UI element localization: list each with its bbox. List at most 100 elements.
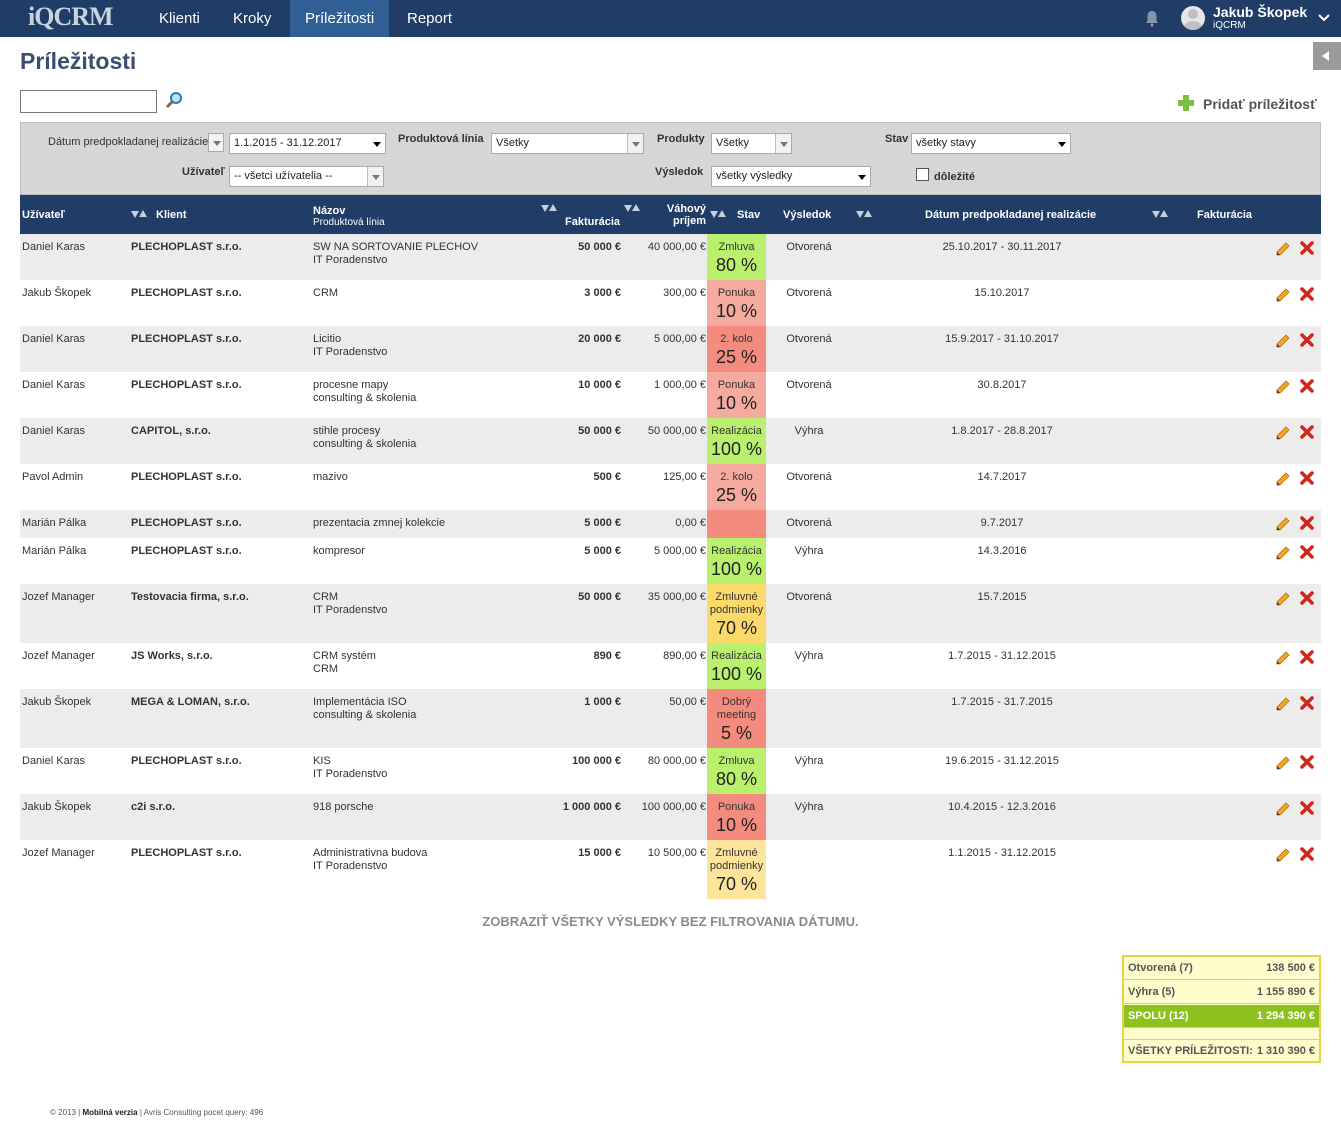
pencil-icon[interactable] — [1275, 333, 1291, 349]
pencil-icon[interactable] — [1275, 755, 1291, 771]
bell-icon[interactable] — [1143, 9, 1161, 27]
sort-icon[interactable] — [1152, 209, 1168, 219]
row-name[interactable]: kompresor — [313, 545, 365, 558]
pencil-icon[interactable] — [1275, 241, 1291, 257]
delete-icon[interactable] — [1299, 754, 1315, 770]
row-client[interactable]: PLECHOPLAST s.r.o. — [131, 847, 242, 860]
row-client[interactable]: PLECHOPLAST s.r.o. — [131, 471, 242, 484]
delete-icon[interactable] — [1299, 515, 1315, 531]
delete-icon[interactable] — [1299, 286, 1315, 302]
stav-select[interactable]: všetky stavy — [911, 133, 1071, 154]
pencil-icon[interactable] — [1275, 287, 1291, 303]
row-name[interactable]: CRM systém CRM — [313, 650, 376, 676]
table-row[interactable]: Jakub Škopek c2i s.r.o. 918 porsche 1 000 0… — [20, 794, 1321, 840]
row-name[interactable]: Licitio IT Poradenstvo — [313, 333, 387, 359]
row-client[interactable]: Testovacia firma, s.r.o. — [131, 591, 249, 604]
row-name[interactable]: KIS IT Poradenstvo — [313, 755, 387, 781]
delete-icon[interactable] — [1299, 240, 1315, 256]
date-range-select[interactable]: 1.1.2015 - 31.12.2017 — [229, 133, 386, 154]
pencil-icon[interactable] — [1275, 471, 1291, 487]
search-input[interactable] — [20, 90, 157, 113]
delete-icon[interactable] — [1299, 378, 1315, 394]
nav-kroky[interactable]: Kroky — [218, 0, 286, 37]
chevron-down-icon[interactable] — [1317, 12, 1331, 24]
row-client[interactable]: CAPITOL, s.r.o. — [131, 425, 211, 438]
row-client[interactable]: PLECHOPLAST s.r.o. — [131, 287, 242, 300]
row-name[interactable]: Implementácia ISO consulting & skolenia — [313, 696, 416, 722]
pencil-icon[interactable] — [1275, 591, 1291, 607]
row-client[interactable]: PLECHOPLAST s.r.o. — [131, 755, 242, 768]
delete-icon[interactable] — [1299, 470, 1315, 486]
delete-icon[interactable] — [1299, 332, 1315, 348]
row-client[interactable]: PLECHOPLAST s.r.o. — [131, 241, 242, 254]
table-row[interactable]: Jozef Manager JS Works, s.r.o. CRM systém C… — [20, 643, 1321, 689]
show-all-link[interactable]: ZOBRAZIŤ VŠETKY VÝSLEDKY BEZ FILTROVANIA… — [0, 914, 1341, 929]
table-row[interactable]: Marián Pálka PLECHOPLAST s.r.o. prezentaci… — [20, 510, 1321, 538]
row-client[interactable]: PLECHOPLAST s.r.o. — [131, 333, 242, 346]
sort-icon[interactable] — [710, 209, 726, 219]
product-line-select[interactable]: Všetky — [491, 133, 644, 154]
nav-klienti[interactable]: Klienti — [144, 0, 215, 37]
col-user[interactable]: Užívateľ — [22, 209, 65, 221]
important-checkbox[interactable] — [916, 168, 929, 181]
pencil-icon[interactable] — [1275, 516, 1291, 532]
user-name[interactable]: Jakub Škopek — [1213, 4, 1307, 20]
nav-prilezitosti[interactable]: Príležitosti — [290, 0, 390, 37]
collapse-panel-button[interactable] — [1313, 42, 1341, 70]
col-datum[interactable]: Dátum predpokladanej realizácie — [925, 209, 1096, 221]
products-select[interactable]: Všetky — [711, 133, 792, 154]
row-client[interactable]: MEGA & LOMAN, s.r.o. — [131, 696, 250, 709]
row-client[interactable]: PLECHOPLAST s.r.o. — [131, 545, 242, 558]
sort-icon[interactable] — [541, 203, 557, 213]
col-fakturacia[interactable]: Fakturácia — [565, 216, 620, 228]
table-row[interactable]: Pavol Admin PLECHOPLAST s.r.o. mazivo 500 €… — [20, 464, 1321, 510]
date-type-dropdown[interactable] — [208, 133, 224, 152]
delete-icon[interactable] — [1299, 695, 1315, 711]
result-select[interactable]: všetky výsledky — [711, 166, 871, 187]
nav-report[interactable]: Report — [392, 0, 467, 37]
user-filter-select[interactable]: -- všetci užívatelia -- — [229, 166, 384, 187]
row-name[interactable]: 918 porsche — [313, 801, 374, 814]
delete-icon[interactable] — [1299, 590, 1315, 606]
row-name[interactable]: CRM IT Poradenstvo — [313, 591, 387, 617]
table-row[interactable]: Daniel Karas CAPITOL, s.r.o. stihle proces… — [20, 418, 1321, 464]
table-row[interactable]: Jozef Manager PLECHOPLAST s.r.o. Administr… — [20, 840, 1321, 899]
delete-icon[interactable] — [1299, 649, 1315, 665]
row-name[interactable]: prezentacia zmnej kolekcie — [313, 517, 445, 530]
row-name[interactable]: SW NA SORTOVANIE PLECHOV IT Poradenstvo — [313, 241, 478, 267]
table-row[interactable]: Daniel Karas PLECHOPLAST s.r.o. Licitio IT … — [20, 326, 1321, 372]
col-stav[interactable]: Stav — [737, 209, 760, 221]
table-row[interactable]: Jozef Manager Testovacia firma, s.r.o. CRM… — [20, 584, 1321, 643]
col-name[interactable]: Názov Produktová línia — [313, 205, 385, 228]
pencil-icon[interactable] — [1275, 847, 1291, 863]
col-client[interactable]: Klient — [156, 209, 187, 221]
row-client[interactable]: PLECHOPLAST s.r.o. — [131, 517, 242, 530]
pencil-icon[interactable] — [1275, 425, 1291, 441]
col-vahovy[interactable]: Váhový príjem — [664, 203, 706, 227]
sort-icon[interactable] — [856, 209, 872, 219]
delete-icon[interactable] — [1299, 800, 1315, 816]
row-client[interactable]: c2i s.r.o. — [131, 801, 175, 814]
pencil-icon[interactable] — [1275, 379, 1291, 395]
sort-icon[interactable] — [131, 209, 147, 219]
row-name[interactable]: mazivo — [313, 471, 348, 484]
sort-icon[interactable] — [624, 203, 640, 213]
table-row[interactable]: Daniel Karas PLECHOPLAST s.r.o. KIS IT Pora… — [20, 748, 1321, 794]
col-vysledok[interactable]: Výsledok — [783, 209, 831, 221]
col-fakturacia2[interactable]: Fakturácia — [1197, 209, 1252, 221]
table-row[interactable]: Daniel Karas PLECHOPLAST s.r.o. SW NA SORT… — [20, 234, 1321, 280]
row-name[interactable]: Administrativna budova IT Poradenstvo — [313, 847, 427, 873]
table-row[interactable]: Marián Pálka PLECHOPLAST s.r.o. kompresor 5… — [20, 538, 1321, 584]
add-opportunity-button[interactable]: Pridať príležitosť — [1177, 94, 1317, 112]
mobile-version-link[interactable]: Mobilná verzia — [82, 1108, 137, 1117]
pencil-icon[interactable] — [1275, 650, 1291, 666]
row-name[interactable]: stihle procesy consulting & skolenia — [313, 425, 416, 451]
table-row[interactable]: Daniel Karas PLECHOPLAST s.r.o. procesne m… — [20, 372, 1321, 418]
search-icon[interactable] — [164, 91, 184, 109]
table-row[interactable]: Jakub Škopek MEGA & LOMAN, s.r.o. Implemen… — [20, 689, 1321, 748]
row-name[interactable]: procesne mapy consulting & skolenia — [313, 379, 416, 405]
row-name[interactable]: CRM — [313, 287, 338, 300]
avatar[interactable] — [1181, 6, 1205, 30]
table-row[interactable]: Jakub Škopek PLECHOPLAST s.r.o. CRM 3 000 €… — [20, 280, 1321, 326]
pencil-icon[interactable] — [1275, 696, 1291, 712]
